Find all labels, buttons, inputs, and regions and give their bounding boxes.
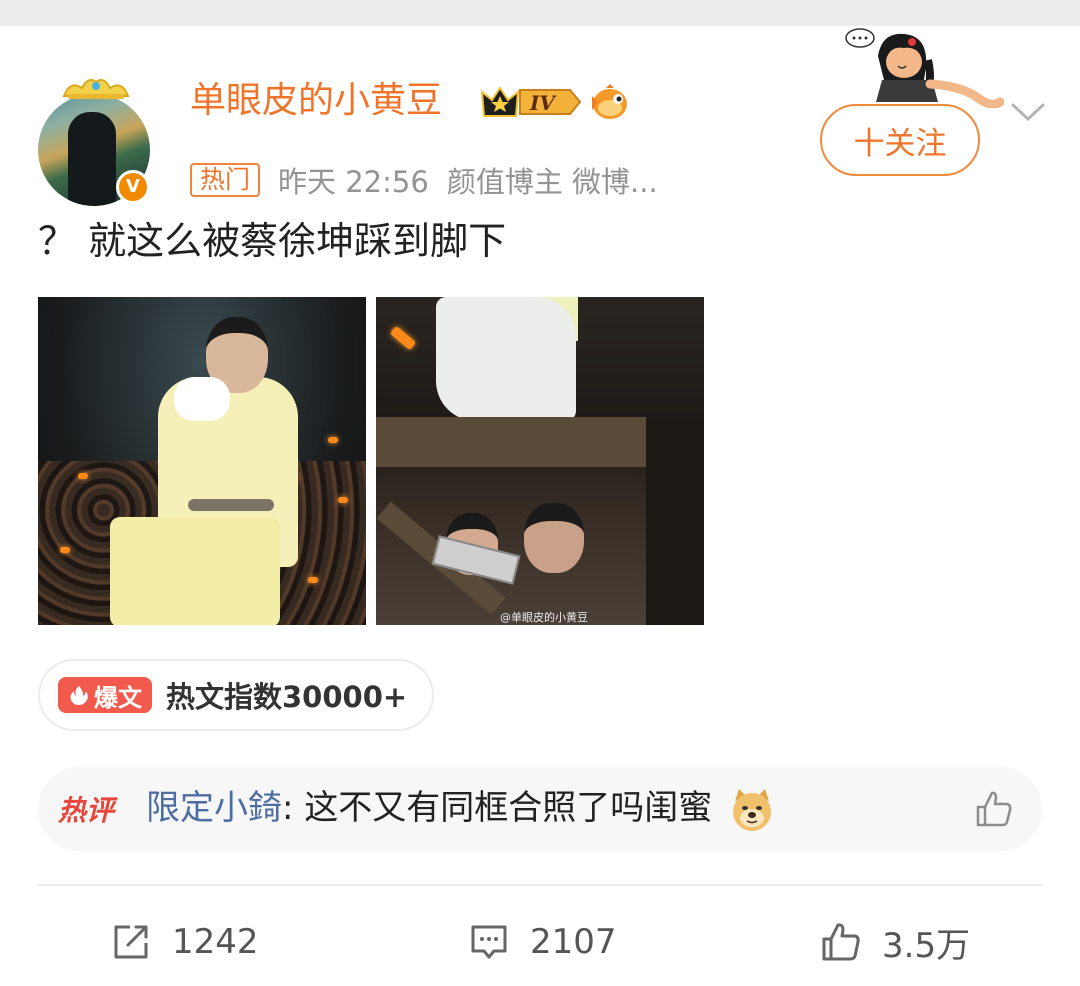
bottom-fade [760,972,1080,986]
fan-figure [524,503,584,573]
singer-legs [110,517,280,625]
doge-emoji-icon [733,788,772,831]
post-image-2[interactable]: @单眼皮的小黄豆 [376,297,704,625]
level-badge-text: IV [529,91,557,115]
image-watermark: @单眼皮的小黄豆 [500,611,588,624]
comment-like-icon[interactable] [974,789,1014,829]
avatar-frame-crown-icon [62,79,130,99]
comment-separator: : [282,788,305,828]
flame-icon [70,686,88,705]
avatar[interactable]: V [38,74,152,206]
post-text: ？ 就这么被蔡徐坤踩到脚下 [38,219,507,263]
hot-index-pill[interactable]: 爆文 热文指数30000+ [38,659,434,731]
cartoon-girl-sticker-icon [845,28,1004,108]
shoe [436,297,576,421]
post-time: 昨天 22:56 [278,165,429,199]
hot-comment-body: 限定小錡: 这不又有同框合照了吗闺蜜 [146,785,775,833]
vip-crown-badge-icon[interactable]: IV [478,82,584,122]
follow-button[interactable]: 十关注 [820,104,980,176]
hot-index-text: 热文指数30000+ [166,680,408,714]
comment-text: 这不又有同框合照了吗闺蜜 [304,788,713,828]
stage-railing [376,417,666,467]
railing-post [646,417,704,625]
like-icon [822,923,860,961]
share-action[interactable]: 1242 [110,914,259,970]
follow-label: 十关注 [853,125,947,162]
like-count: 3.5万 [882,925,971,966]
post-image-1[interactable] [38,297,366,625]
post-source: 颜值博主 微博... [446,165,658,199]
comment-count: 2107 [530,922,617,962]
verified-badge-icon: V [116,170,150,204]
divider [38,884,1042,886]
share-icon [114,925,148,959]
hot-tag: 热门 [190,163,261,197]
share-count: 1242 [172,922,259,962]
microphone-hand [174,377,230,421]
comment-action[interactable]: 2107 [468,914,617,970]
chevron-down-icon[interactable] [1010,100,1046,124]
hot-comment-tag: 热评 [58,794,115,827]
post-meta: 热门 昨天 22:56 颜值博主 微博... [190,160,658,200]
pufferfish-icon [592,84,627,119]
commenter-name[interactable]: 限定小錡 [146,788,282,828]
belt [188,499,274,511]
hot-comment[interactable]: 热评 限定小錡: 这不又有同框合照了吗闺蜜 [38,767,1042,851]
like-action[interactable]: 3.5万 [820,914,970,970]
hot-article-badge: 爆文 [58,677,152,713]
username[interactable]: 单眼皮的小黄豆 [190,78,442,124]
comment-icon [471,925,507,959]
hot-article-badge-label: 爆文 [94,683,142,712]
avatar-person [68,112,116,206]
weibo-post-card: V 单眼皮的小黄豆 IV 热门 昨天 22:56 颜值博主 微博... 十关注 [0,26,1080,986]
